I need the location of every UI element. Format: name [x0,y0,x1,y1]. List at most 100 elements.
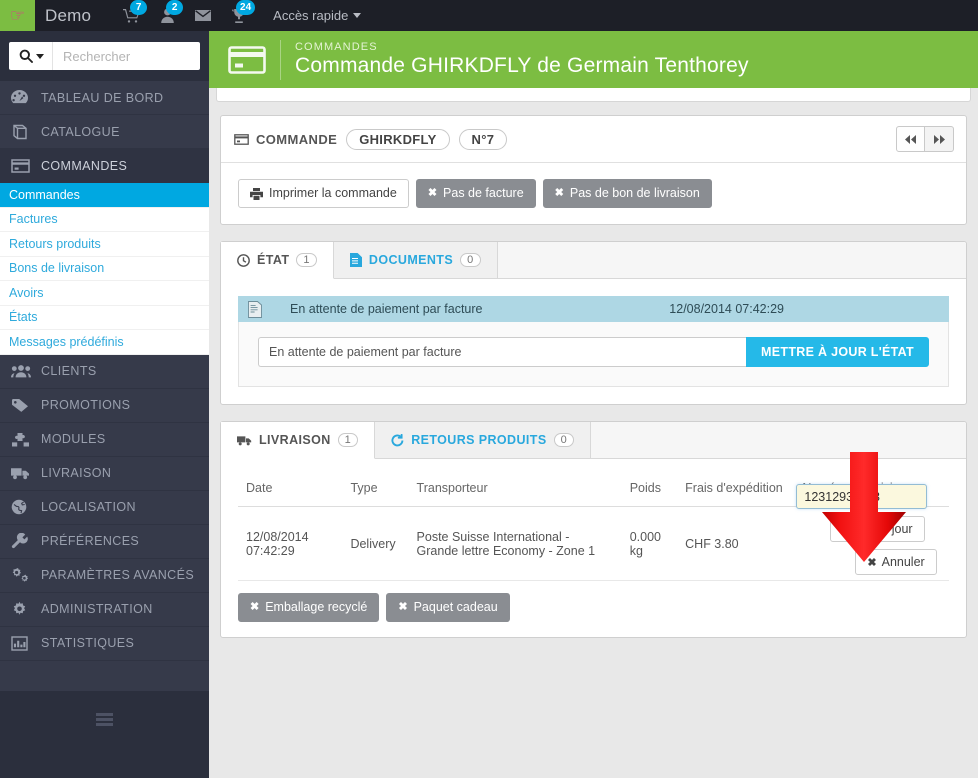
shipping-panel: LIVRAISON 1 RETOURS PRODUITS 0 Date Type… [220,421,967,638]
tab-documents-count: 0 [460,253,481,267]
status-update-form: En attente de paiement par facture METTR… [238,322,949,387]
sidebar-subitem-factures[interactable]: Factures [0,208,209,232]
x-icon: ✖ [554,186,564,199]
breadcrumb: COMMANDES [295,41,378,53]
sidebar-subitem-avoirs[interactable]: Avoirs [0,281,209,306]
tab-etat-label: ÉTAT [257,253,290,267]
update-status-button[interactable]: METTRE À JOUR L'ÉTAT [746,337,929,367]
next-order-button[interactable] [925,126,954,152]
status-panel: ÉTAT 1 DOCUMENTS 0 En attente de paiemen… [220,241,967,405]
refresh-icon [391,433,404,447]
double-chevron-right-icon [933,134,945,144]
tracking-update-button[interactable]: Mettre à jour [830,516,925,542]
cell-transporteur: Poste Suisse International - Grande lett… [408,506,622,581]
tracking-cancel-button[interactable]: ✖ Annuler [855,549,937,575]
sidebar-item-label: PROMOTIONS [41,398,131,412]
globe-icon [11,499,41,515]
sidebar-item-commandes[interactable]: COMMANDES [0,149,209,183]
gear-icon [11,601,41,617]
shipping-footer: ✖ Emballage recyclé ✖ Paquet cadeau [221,581,966,637]
x-icon: ✖ [867,556,877,569]
mail-icon[interactable] [185,0,221,31]
quick-access-label: Accès rapide [273,8,349,23]
no-invoice-button[interactable]: ✖ Pas de facture [415,179,536,208]
puzzle-icon [11,432,41,447]
orders-card-icon [11,158,41,173]
customers-icon [11,364,41,378]
sidebar-subitem-bons-de-livraison[interactable]: Bons de livraison [0,257,209,281]
x-icon: ✖ [398,600,408,613]
tab-etat[interactable]: ÉTAT 1 [221,242,334,279]
tab-etat-count: 1 [296,253,317,267]
sidebar-subitem-commandes[interactable]: Commandes [0,183,209,208]
recycled-packaging-label: Emballage recyclé [265,600,368,614]
sidebar-item-administration[interactable]: ADMINISTRATION [0,592,209,627]
cart-icon[interactable]: 7 [113,0,149,31]
sidebar-subitem-retours-produits[interactable]: Retours produits [0,232,209,257]
trophy-icon[interactable]: 24 [221,0,257,31]
sidebar-item-statistiques[interactable]: STATISTIQUES [0,626,209,661]
tab-livraison-label: LIVRAISON [259,433,331,447]
shipping-table: Date Type Transporteur Poids Frais d'exp… [238,472,949,581]
tab-retours-label: RETOURS PRODUITS [411,433,547,447]
sidebar-item-livraison[interactable]: LIVRAISON [0,456,209,491]
status-select[interactable]: En attente de paiement par facture [258,337,747,367]
shop-name[interactable]: Demo [45,6,91,26]
wrench-icon [11,533,41,549]
status-input-group: En attente de paiement par facture METTR… [258,337,929,367]
tracking-number-input[interactable] [796,484,928,509]
column-date: Date [238,472,343,507]
sidebar-item-label: ADMINISTRATION [41,602,153,616]
cell-numero-de-suivi: Mettre à jour ✖ Annuler [794,484,949,581]
bar-chart-icon [11,635,41,651]
sidebar-item-clients[interactable]: CLIENTS [0,354,209,389]
no-invoice-label: Pas de facture [443,186,524,200]
order-actions: Imprimer la commande ✖ Pas de facture ✖ … [238,179,949,208]
chevron-down-icon [353,13,362,18]
shipping-tab-content: Date Type Transporteur Poids Frais d'exp… [221,459,966,581]
quick-access-menu[interactable]: Accès rapide [273,8,362,23]
sidebar-item-preferences[interactable]: PRÉFÉRENCES [0,524,209,559]
sidebar-item-tableau-de-bord[interactable]: TABLEAU DE BORD [0,81,209,115]
no-delivery-slip-button[interactable]: ✖ Pas de bon de livraison [542,179,712,208]
logo-button[interactable]: ☞ [0,0,35,31]
chevron-down-icon [36,53,44,59]
print-order-button[interactable]: Imprimer la commande [238,179,409,208]
sidebar-item-catalogue[interactable]: CATALOGUE [0,115,209,149]
sidebar-subitem-label: Factures [9,212,58,227]
page-title: Commande GHIRKDFLY de Germain Tenthorey [295,54,749,77]
printer-icon [250,187,263,200]
sidebar-item-parametres-avances[interactable]: PARAMÈTRES AVANCÉS [0,558,209,593]
sidebar-item-promotions[interactable]: PROMOTIONS [0,388,209,423]
order-panel-label: COMMANDE [256,131,338,147]
top-bar: ☞ Demo 7 2 24 Accès rapide [0,0,978,31]
sidebar-item-label: CLIENTS [41,364,97,378]
previous-order-button[interactable] [896,126,925,152]
sidebar-item-localisation[interactable]: LOCALISATION [0,490,209,525]
sidebar-subitem-messages-predefinis[interactable]: Messages prédéfinis [0,330,209,355]
sidebar-subitem-etats[interactable]: États [0,306,209,330]
cell-date: 12/08/2014 07:42:29 [238,506,343,581]
price-tag-icon [11,398,41,413]
hand-cursor-icon: ☞ [9,6,26,25]
orders-card-icon [234,133,249,145]
sidebar-subitem-label: Avoirs [9,285,44,300]
sidebar-item-modules[interactable]: MODULES [0,422,209,457]
tab-livraison[interactable]: LIVRAISON 1 [221,422,376,459]
sidebar-item-label: PARAMÈTRES AVANCÉS [41,568,195,582]
tab-livraison-count: 1 [337,433,359,447]
search-icon [19,49,33,63]
customer-icon[interactable]: 2 [149,0,185,31]
sidebar-subitem-label: Commandes [9,187,80,202]
tab-retours-produits[interactable]: RETOURS PRODUITS 0 [375,422,592,458]
tab-documents[interactable]: DOCUMENTS 0 [333,242,498,278]
column-type: Type [342,472,409,507]
gift-wrap-button[interactable]: ✖ Paquet cadeau [386,593,510,622]
page-header: COMMANDES Commande GHIRKDFLY de Germain … [209,31,978,88]
search-input[interactable] [53,48,200,64]
search-scope-dropdown[interactable] [9,42,53,70]
hamburger-icon[interactable] [96,713,113,726]
recycled-packaging-button[interactable]: ✖ Emballage recyclé [238,593,380,622]
order-panel-header: COMMANDE GHIRKDFLY N°7 [221,116,966,163]
search-box[interactable] [9,42,200,70]
